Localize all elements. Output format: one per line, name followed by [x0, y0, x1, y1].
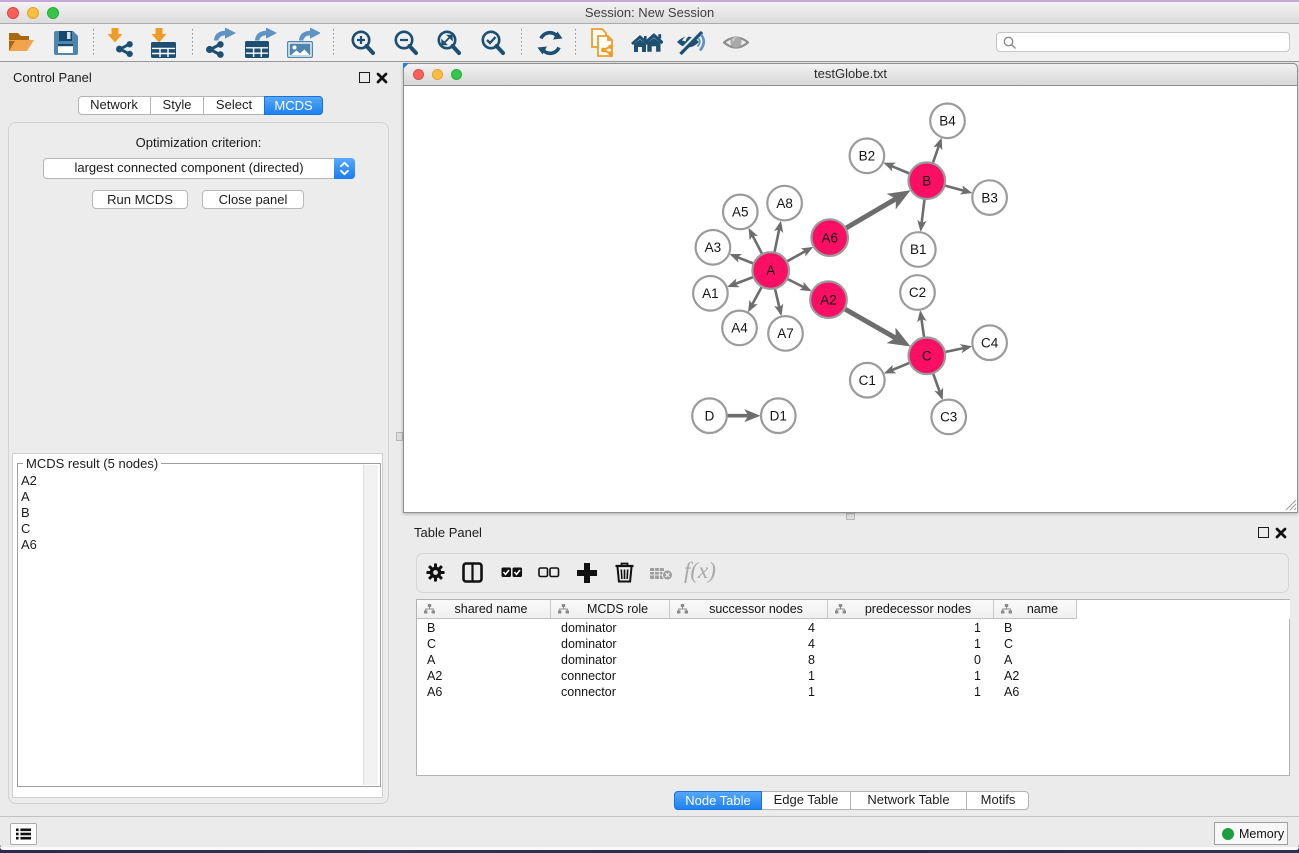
svg-text:C2: C2	[909, 285, 926, 300]
svg-text:C: C	[922, 349, 932, 364]
svg-text:A6: A6	[821, 230, 838, 245]
svg-text:D: D	[705, 408, 715, 423]
svg-text:B4: B4	[939, 114, 956, 129]
svg-text:C3: C3	[940, 410, 957, 425]
svg-text:A: A	[766, 263, 775, 278]
svg-text:C1: C1	[859, 373, 876, 388]
svg-text:A7: A7	[777, 326, 794, 341]
svg-text:A8: A8	[776, 196, 793, 211]
svg-text:A5: A5	[732, 205, 749, 220]
svg-text:B3: B3	[981, 190, 998, 205]
svg-text:A3: A3	[705, 240, 722, 255]
svg-text:B1: B1	[910, 242, 927, 257]
svg-text:B2: B2	[859, 149, 876, 164]
svg-text:A1: A1	[702, 286, 719, 301]
svg-text:C4: C4	[981, 335, 999, 350]
svg-text:A4: A4	[731, 321, 748, 336]
svg-text:B: B	[922, 173, 931, 188]
svg-text:A2: A2	[820, 292, 837, 307]
svg-text:D1: D1	[770, 408, 787, 423]
